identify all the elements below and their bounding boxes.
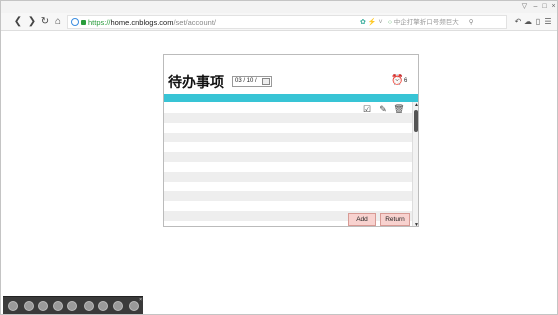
- search-engine-icon: ○: [388, 19, 392, 26]
- taskbar-close-icon[interactable]: ×: [139, 297, 142, 303]
- alarm-count: 6: [404, 78, 408, 84]
- taskbar-button[interactable]: [53, 301, 63, 311]
- scrollbar-thumb[interactable]: [414, 110, 418, 132]
- return-button[interactable]: Return: [380, 213, 410, 226]
- taskbar-button[interactable]: [24, 301, 34, 311]
- list-item[interactable]: [164, 113, 412, 123]
- search-box[interactable]: ○ 中企打擎折口号频巨大 ⚲: [388, 16, 474, 29]
- list-item[interactable]: [164, 181, 412, 192]
- phone-icon[interactable]: ▯: [533, 15, 543, 28]
- home-icon[interactable]: ⌂: [52, 15, 64, 28]
- menu-icon[interactable]: ☰: [543, 15, 553, 28]
- list-item[interactable]: [164, 132, 412, 143]
- todo-app: 待办事项 03 / 10 / ⏰ 6 ☑ ✎ 🗑 ▲ ▼ Add Return: [163, 54, 419, 227]
- scroll-up-icon[interactable]: ▲: [413, 102, 418, 108]
- taskbar-button[interactable]: [129, 301, 139, 311]
- refresh-icon[interactable]: ↻: [39, 15, 51, 28]
- page-title: 待办事项: [168, 75, 224, 91]
- header-band: [164, 94, 418, 102]
- date-input[interactable]: 03 / 10 /: [232, 76, 272, 87]
- back-icon[interactable]: ❮: [12, 15, 24, 28]
- address-bar[interactable]: https://home.cnblogs.com/set/account/ ✿ …: [67, 15, 507, 29]
- scrollbar[interactable]: ▲ ▼: [412, 102, 418, 226]
- taskbar-button[interactable]: [38, 301, 48, 311]
- taskbar-button[interactable]: [98, 301, 108, 311]
- undo-icon[interactable]: ↶: [513, 15, 523, 28]
- taskbar-button[interactable]: [67, 301, 77, 311]
- url-text[interactable]: https://home.cnblogs.com/set/account/: [88, 16, 216, 29]
- cloud-icon[interactable]: ☁: [523, 15, 533, 28]
- minimize-icon[interactable]: –: [531, 2, 540, 11]
- maximize-icon[interactable]: □: [540, 2, 549, 11]
- browser-actions: ↶ ☁ ▯ ☰: [513, 15, 553, 28]
- taskbar-button[interactable]: [8, 301, 18, 311]
- lock-icon: [81, 20, 86, 25]
- browser-toolbar: ❮ ❯ ↻ ⌂ https://home.cnblogs.com/set/acc…: [1, 13, 557, 31]
- taskbar: ×: [3, 296, 143, 314]
- list-item[interactable]: [164, 152, 412, 162]
- calendar-icon[interactable]: [262, 78, 270, 85]
- address-bar-icons: ✿ ⚡ ˅: [360, 16, 383, 29]
- browser-window: ▽ – □ × ❮ ❯ ↻ ⌂ https://home.cnblogs.com…: [0, 0, 558, 315]
- forward-icon[interactable]: ❯: [26, 15, 38, 28]
- lightning-icon[interactable]: ⚡: [368, 19, 377, 26]
- dropdown-icon[interactable]: ˅: [379, 19, 383, 26]
- list-item[interactable]: [164, 161, 412, 172]
- site-info-icon[interactable]: [71, 18, 79, 26]
- menu-icon[interactable]: ▽: [520, 2, 529, 11]
- search-icon[interactable]: ⚲: [469, 19, 474, 26]
- shield-icon[interactable]: ✿: [360, 19, 366, 26]
- close-icon[interactable]: ×: [549, 2, 558, 11]
- list-item[interactable]: [164, 191, 412, 202]
- alarm-clock-icon[interactable]: ⏰: [391, 75, 403, 86]
- taskbar-button[interactable]: [84, 301, 94, 311]
- scroll-down-icon[interactable]: ▼: [413, 222, 418, 226]
- date-value: 03 / 10 /: [235, 78, 257, 84]
- title-bar: ▽ – □ ×: [1, 1, 557, 13]
- todo-list: [164, 113, 412, 226]
- add-button[interactable]: Add: [348, 213, 376, 226]
- list-item[interactable]: [164, 171, 412, 182]
- taskbar-button[interactable]: [113, 301, 123, 311]
- list-item[interactable]: [164, 201, 412, 211]
- list-item[interactable]: [164, 142, 412, 153]
- list-item[interactable]: [164, 122, 412, 133]
